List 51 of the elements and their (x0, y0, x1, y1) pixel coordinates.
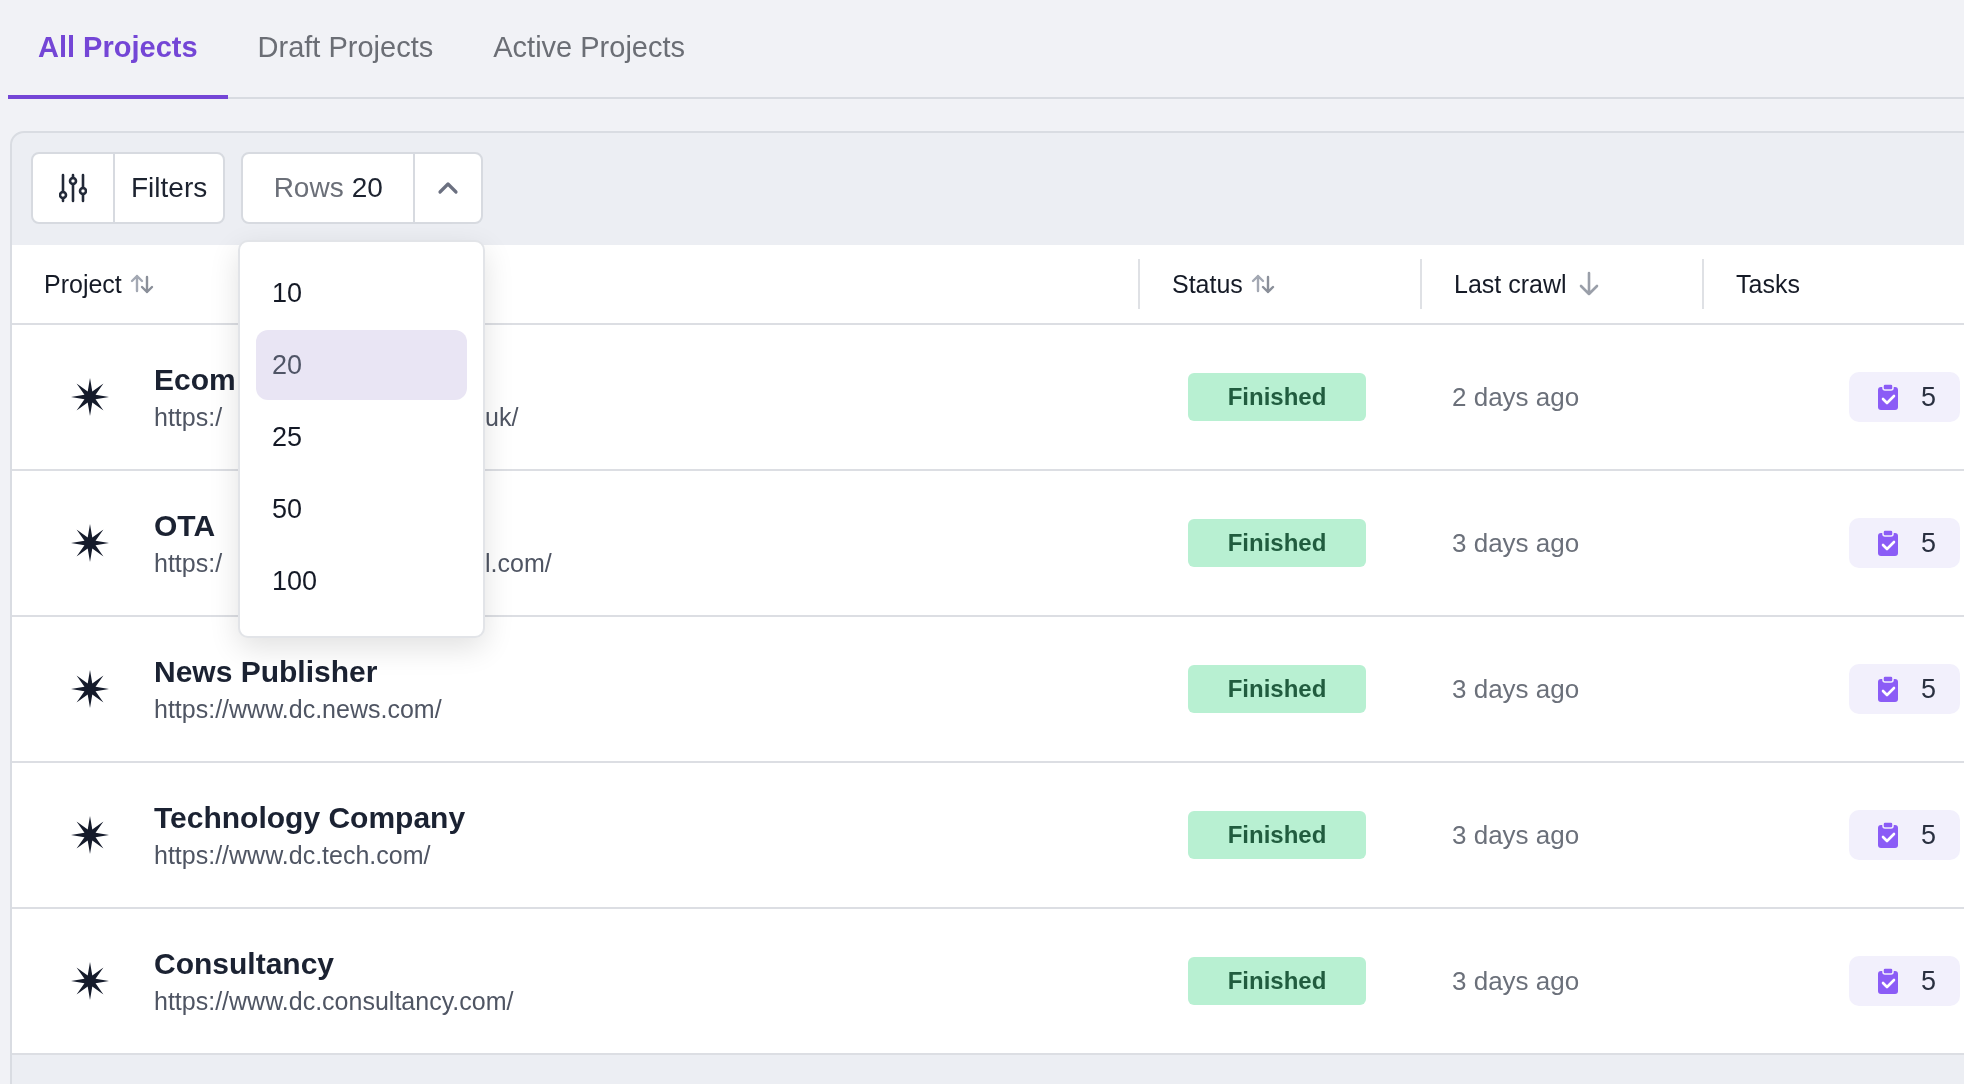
status-badge: Finished (1188, 957, 1366, 1005)
clipboard-check-icon (1876, 675, 1899, 703)
project-url: https://www.dc.news.com/ (154, 694, 442, 724)
project-url: uk/ (485, 402, 519, 432)
tasks-badge[interactable]: 5 (1848, 518, 1960, 568)
sliders-icon (59, 172, 87, 204)
rows-option[interactable]: 25 (256, 402, 467, 472)
project-url: https:/ (154, 548, 224, 578)
column-header[interactable]: Last crawl (1454, 269, 1567, 299)
status-badge: Finished (1188, 665, 1366, 713)
tasks-badge[interactable]: 5 (1848, 956, 1960, 1006)
chevron-up-icon (437, 181, 460, 195)
project-url: l.com/ (485, 548, 552, 578)
tab[interactable]: Active Projects (463, 0, 716, 99)
tasks-badge[interactable]: 5 (1848, 372, 1960, 422)
tasks-badge[interactable]: 5 (1848, 664, 1960, 714)
project-name[interactable]: News Publisher (154, 654, 442, 689)
rows-option[interactable]: 20 (256, 330, 467, 400)
project-name[interactable]: Consultancy (154, 946, 514, 981)
status-badge: Finished (1188, 519, 1366, 567)
status-badge: Finished (1188, 811, 1366, 859)
last-crawl-text: 3 days ago (1452, 527, 1580, 559)
tab[interactable]: Draft Projects (227, 0, 464, 99)
sort-icon (129, 273, 154, 295)
last-crawl-text: 3 days ago (1452, 965, 1580, 997)
last-crawl-text: 3 days ago (1452, 819, 1580, 851)
rows-option[interactable]: 10 (256, 258, 467, 328)
column-header[interactable]: Project (44, 269, 122, 299)
clipboard-check-icon (1876, 821, 1899, 849)
status-badge: Finished (1188, 373, 1366, 421)
project-name[interactable]: Technology Company (154, 800, 466, 835)
sort-icon (1250, 273, 1275, 295)
rows-option[interactable]: 50 (256, 474, 467, 544)
sort-down-icon (1578, 271, 1599, 297)
filters-button[interactable]: Filters (31, 152, 226, 224)
clipboard-check-icon (1876, 529, 1899, 557)
clipboard-check-icon (1876, 967, 1899, 995)
project-url: https://www.dc.consultancy.com/ (154, 986, 514, 1016)
last-crawl-text: 3 days ago (1452, 673, 1580, 705)
rows-option[interactable]: 100 (256, 546, 467, 616)
project-url: https:/ (154, 402, 224, 432)
last-crawl-text: 2 days ago (1452, 381, 1580, 413)
tab[interactable]: All Projects (8, 0, 228, 99)
rows-value: Rows 20 (243, 154, 414, 222)
column-header[interactable]: Tasks (1736, 269, 1800, 299)
clipboard-check-icon (1876, 383, 1899, 411)
project-url: https://www.dc.tech.com/ (154, 840, 431, 870)
rows-select[interactable]: Rows 20 (241, 152, 484, 224)
filters-label: Filters (113, 154, 224, 222)
column-header[interactable]: Status (1172, 269, 1243, 299)
tasks-badge[interactable]: 5 (1848, 810, 1960, 860)
